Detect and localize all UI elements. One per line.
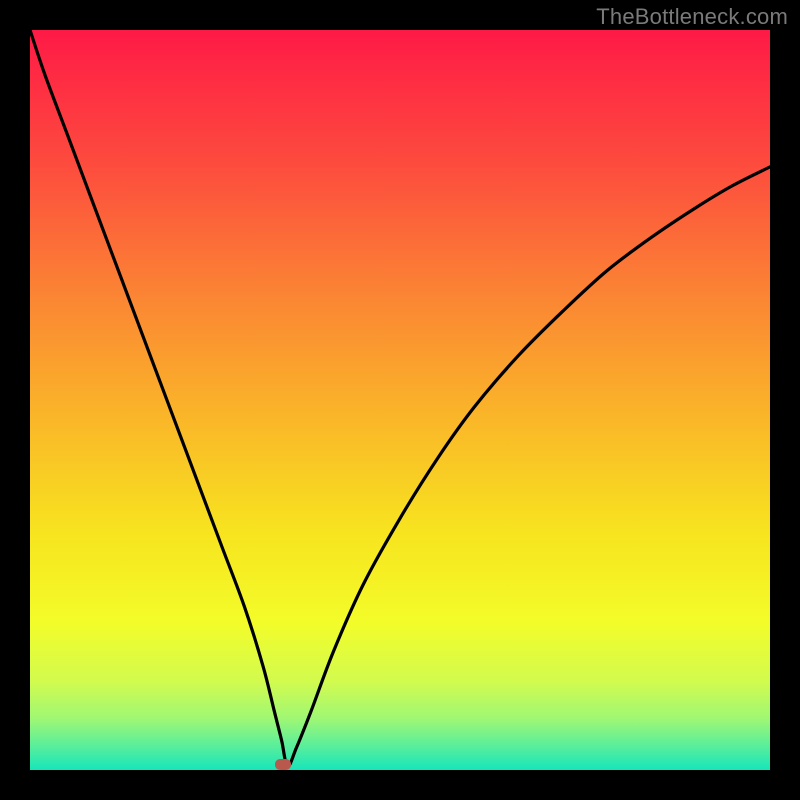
- plot-area: [30, 30, 770, 770]
- optimal-point-marker: [275, 759, 291, 770]
- watermark-text: TheBottleneck.com: [596, 4, 788, 30]
- chart-frame: TheBottleneck.com: [0, 0, 800, 800]
- bottleneck-curve: [30, 30, 770, 770]
